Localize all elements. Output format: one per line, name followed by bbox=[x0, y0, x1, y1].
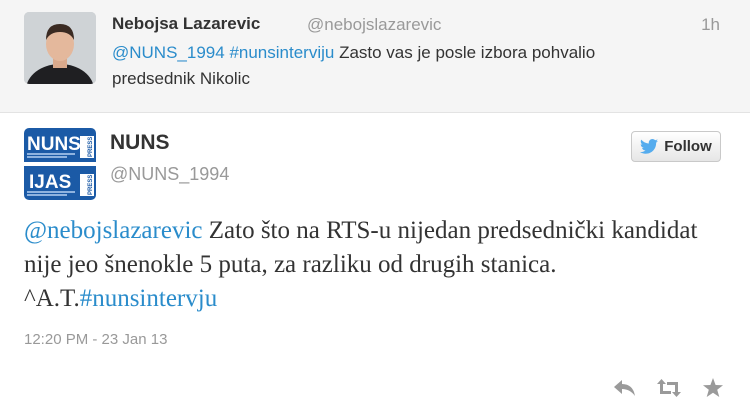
follow-label: Follow bbox=[664, 138, 712, 155]
hashtag-link[interactable]: #nunsinterviju bbox=[229, 43, 334, 62]
twitter-bird-icon bbox=[640, 139, 659, 154]
reply-mention-link[interactable]: @nebojslazarevic bbox=[24, 217, 203, 244]
parent-tweet-text: @NUNS_1994 #nunsinterviju Zasto vas je p… bbox=[112, 40, 672, 92]
favorite-icon bbox=[703, 378, 723, 397]
reply-icon bbox=[614, 380, 635, 396]
parent-author-handle[interactable]: @nebojslazarevic bbox=[307, 15, 441, 35]
logo-badge-bottom: PRESS bbox=[88, 175, 94, 195]
reply-button[interactable] bbox=[612, 376, 638, 400]
nuns-logo: NUNS IJAS PRESS PRESS bbox=[24, 128, 96, 200]
user-avatar[interactable] bbox=[24, 12, 96, 84]
retweet-button[interactable] bbox=[656, 376, 682, 400]
author-handle[interactable]: @NUNS_1994 bbox=[110, 164, 229, 185]
favorite-button[interactable] bbox=[700, 376, 726, 400]
mention-link[interactable]: @NUNS_1994 bbox=[112, 43, 225, 62]
tweet-text: @nebojslazarevic Zato što na RTS-u nijed… bbox=[24, 214, 724, 316]
follow-button[interactable]: Follow bbox=[631, 131, 721, 162]
parent-author-name[interactable]: Nebojsa Lazarevic bbox=[112, 14, 260, 34]
retweet-icon bbox=[657, 379, 681, 397]
hashtag-link[interactable]: #nunsintervju bbox=[80, 285, 218, 312]
logo-badge-top: PRESS bbox=[88, 137, 94, 157]
author-name[interactable]: NUNS bbox=[110, 131, 170, 155]
tweet-timestamp[interactable]: 12:20 PM - 23 Jan 13 bbox=[24, 331, 167, 348]
tweet-actions bbox=[612, 376, 726, 400]
parent-tweet-time[interactable]: 1h bbox=[701, 15, 720, 35]
logo-bottom-word: IJAS bbox=[29, 172, 71, 193]
avatar-portrait bbox=[24, 12, 96, 84]
nuns-logo-avatar[interactable]: NUNS IJAS PRESS PRESS bbox=[24, 128, 96, 200]
parent-tweet[interactable]: Nebojsa Lazarevic @nebojslazarevic 1h @N… bbox=[0, 0, 750, 113]
logo-top-word: NUNS bbox=[27, 134, 81, 155]
